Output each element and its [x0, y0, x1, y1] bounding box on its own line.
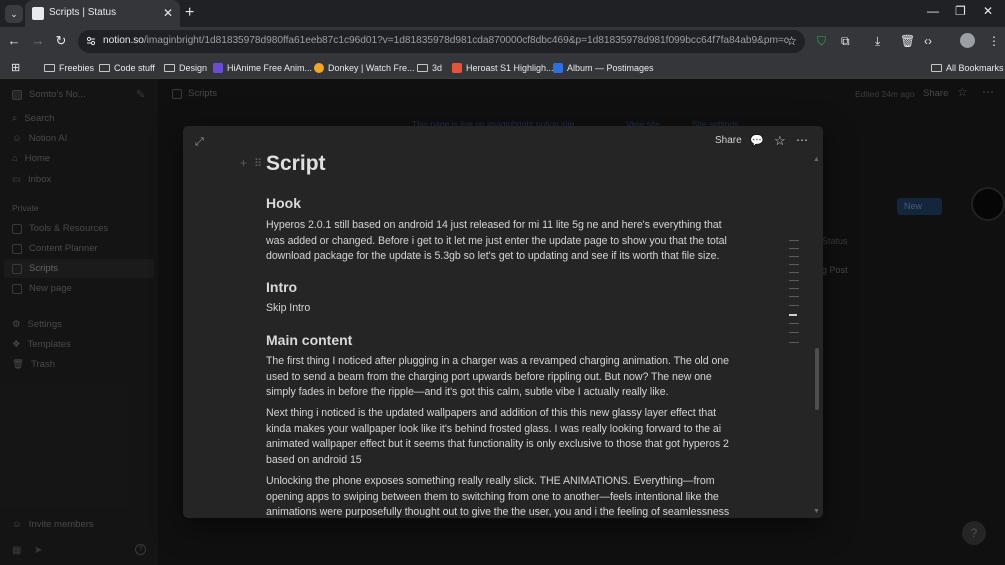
- bookmark-label: Heroast S1 Highligh...: [466, 62, 554, 73]
- browser-toolbar: ← → ↻ notion.so/imaginbright/1d81835978d…: [0, 27, 1005, 56]
- postimages-favicon-icon: [553, 62, 563, 73]
- browser-tab[interactable]: Scripts | Status ✕: [25, 0, 180, 27]
- notion-favicon-icon: [32, 7, 44, 20]
- heading-hook[interactable]: Hook: [266, 195, 301, 211]
- hianime-favicon-icon: [213, 62, 223, 73]
- main-paragraph-2[interactable]: Next thing i noticed is the updated wall…: [266, 406, 736, 468]
- toc-line[interactable]: [789, 248, 799, 249]
- toc-line[interactable]: [789, 264, 799, 265]
- scroll-down-icon[interactable]: ▼: [813, 508, 820, 515]
- new-tab-icon[interactable]: +: [185, 4, 194, 22]
- scroll-up-icon[interactable]: ▲: [813, 156, 820, 163]
- tab-strip: ⌄ Scripts | Status ✕ + — ❐ ✕: [0, 0, 1005, 27]
- folder-icon: [99, 63, 110, 72]
- site-info-icon[interactable]: [86, 36, 96, 46]
- bookmark-label: 3d: [432, 62, 443, 73]
- folder-icon: [931, 63, 942, 72]
- expand-icon[interactable]: ⤢: [195, 136, 204, 149]
- apps-grid-icon[interactable]: ⊞: [11, 61, 20, 74]
- toc-line[interactable]: [789, 256, 799, 257]
- intro-paragraph[interactable]: Skip Intro: [266, 301, 310, 317]
- tab-close-icon[interactable]: ✕: [163, 6, 173, 20]
- bookmark-design[interactable]: Design: [164, 60, 207, 75]
- page-peek-modal: ⤢ Share 💬 ☆ ⋯ + ⠿ Script Hook Hyperos 2.…: [183, 126, 823, 518]
- modal-share-button[interactable]: Share: [715, 135, 742, 146]
- heading-intro[interactable]: Intro: [266, 279, 297, 295]
- add-block-icon[interactable]: +: [240, 156, 247, 170]
- drag-handle-icon[interactable]: ⠿: [254, 157, 262, 170]
- hook-paragraph[interactable]: Hyperos 2.0.1 still based on android 14 …: [266, 218, 736, 265]
- shield-extension-icon[interactable]: ⛉: [817, 34, 826, 49]
- back-icon[interactable]: ←: [6, 33, 22, 48]
- extensions-icon[interactable]: ⧉: [841, 34, 850, 49]
- toc-line[interactable]: [789, 280, 799, 281]
- folder-icon: [164, 63, 175, 72]
- bookmark-label: All Bookmarks: [946, 62, 1004, 73]
- chevron-down-icon: ⌄: [10, 8, 18, 19]
- profile-avatar[interactable]: [960, 33, 975, 48]
- restore-icon[interactable]: ❐: [955, 4, 966, 18]
- tab-title: Scripts | Status: [49, 7, 117, 18]
- toc-line[interactable]: [789, 323, 799, 324]
- main-paragraph-1[interactable]: The first thing I noticed after plugging…: [266, 354, 736, 401]
- scroll-thumb[interactable]: [815, 348, 819, 410]
- toc-line[interactable]: [789, 240, 799, 241]
- menu-kebab-icon[interactable]: ⋮: [988, 34, 1000, 48]
- page-title[interactable]: Script: [266, 152, 326, 176]
- address-bar[interactable]: notion.so/imaginbright/1d81835978d980ffa…: [78, 30, 805, 53]
- toc-line[interactable]: [789, 305, 799, 306]
- bookmark-donkey[interactable]: Donkey | Watch Fre...: [314, 60, 415, 75]
- trash-extension-icon[interactable]: 🗑: [900, 34, 915, 48]
- bookmark-label: Album — Postimages: [567, 62, 654, 73]
- toc-line[interactable]: [789, 332, 799, 333]
- bookmark-label: Code stuff: [114, 62, 155, 73]
- bookmark-star-icon[interactable]: ☆: [786, 34, 797, 48]
- toc-line[interactable]: [789, 342, 799, 343]
- toc-line-active[interactable]: [789, 314, 797, 316]
- comment-icon[interactable]: 💬: [750, 134, 764, 147]
- bookmark-hianime[interactable]: HiAnime Free Anim...: [213, 60, 312, 75]
- bookmark-3d[interactable]: 3d: [417, 60, 442, 75]
- bookmark-label: Design: [179, 62, 208, 73]
- modal-scrollbar[interactable]: ▲ ▼: [813, 156, 821, 516]
- forward-icon[interactable]: →: [30, 33, 46, 48]
- heading-main-content[interactable]: Main content: [266, 332, 352, 348]
- donkey-favicon-icon: [314, 62, 324, 73]
- close-window-icon[interactable]: ✕: [983, 4, 993, 18]
- tab-search-button[interactable]: ⌄: [5, 5, 23, 23]
- folder-icon: [417, 63, 428, 72]
- toc-line[interactable]: [789, 288, 799, 289]
- download-icon[interactable]: ⤓: [875, 34, 880, 49]
- favorite-star-icon[interactable]: ☆: [774, 133, 786, 149]
- bookmark-freebies[interactable]: Freebies: [44, 60, 94, 75]
- bookmark-label: HiAnime Free Anim...: [227, 62, 313, 73]
- bookmark-postimages[interactable]: Album — Postimages: [553, 60, 654, 75]
- bookmark-heroast[interactable]: Heroast S1 Highligh...: [452, 60, 554, 75]
- reload-icon[interactable]: ↻: [53, 33, 69, 49]
- devtools-icon[interactable]: ‹›: [924, 34, 932, 48]
- minimize-icon[interactable]: —: [927, 4, 939, 18]
- url-text: notion.so/imaginbright/1d81835978d980ffa…: [103, 35, 789, 46]
- bookmark-label: Freebies: [59, 62, 95, 73]
- folder-icon: [44, 63, 55, 72]
- main-paragraph-3[interactable]: Unlocking the phone exposes something re…: [266, 474, 736, 518]
- all-bookmarks[interactable]: All Bookmarks: [931, 60, 1004, 75]
- more-options-icon[interactable]: ⋯: [796, 133, 808, 147]
- bookmark-code-stuff[interactable]: Code stuff: [99, 60, 155, 75]
- bookmarks-bar: ⊞ Freebies Code stuff Design HiAnime Fre…: [0, 56, 1005, 79]
- toc-line[interactable]: [789, 272, 799, 273]
- toc-line[interactable]: [789, 296, 799, 297]
- figma-favicon-icon: [452, 62, 462, 73]
- bookmark-label: Donkey | Watch Fre...: [328, 62, 415, 73]
